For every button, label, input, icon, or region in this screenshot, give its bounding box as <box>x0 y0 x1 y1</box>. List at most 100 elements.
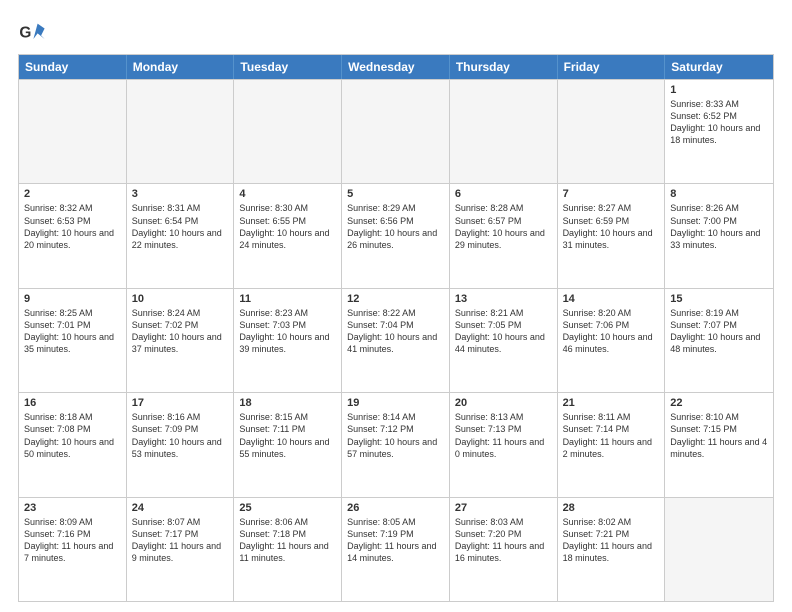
day-number: 25 <box>239 502 336 514</box>
calendar-cell <box>665 498 773 601</box>
calendar-cell: 13 Sunrise: 8:21 AM Sunset: 7:05 PM Dayli… <box>450 289 558 392</box>
calendar-cell: 4 Sunrise: 8:30 AM Sunset: 6:55 PM Daylig… <box>234 184 342 287</box>
calendar-cell <box>19 80 127 183</box>
calendar-cell: 2 Sunrise: 8:32 AM Sunset: 6:53 PM Daylig… <box>19 184 127 287</box>
calendar-row: 23 Sunrise: 8:09 AM Sunset: 7:16 PM Dayli… <box>19 497 773 601</box>
calendar-cell: 20 Sunrise: 8:13 AM Sunset: 7:13 PM Dayli… <box>450 393 558 496</box>
day-info: Sunrise: 8:11 AM Sunset: 7:14 PM Dayligh… <box>563 412 652 458</box>
calendar-cell: 8 Sunrise: 8:26 AM Sunset: 7:00 PM Daylig… <box>665 184 773 287</box>
cal-header-day: Tuesday <box>234 55 342 79</box>
calendar-cell: 7 Sunrise: 8:27 AM Sunset: 6:59 PM Daylig… <box>558 184 666 287</box>
calendar-cell: 24 Sunrise: 8:07 AM Sunset: 7:17 PM Dayli… <box>127 498 235 601</box>
day-number: 4 <box>239 188 336 200</box>
calendar-cell: 14 Sunrise: 8:20 AM Sunset: 7:06 PM Dayli… <box>558 289 666 392</box>
calendar-cell: 3 Sunrise: 8:31 AM Sunset: 6:54 PM Daylig… <box>127 184 235 287</box>
day-number: 8 <box>670 188 768 200</box>
day-info: Sunrise: 8:23 AM Sunset: 7:03 PM Dayligh… <box>239 308 329 354</box>
day-number: 2 <box>24 188 121 200</box>
day-number: 5 <box>347 188 444 200</box>
calendar-cell: 27 Sunrise: 8:03 AM Sunset: 7:20 PM Dayli… <box>450 498 558 601</box>
calendar-cell: 6 Sunrise: 8:28 AM Sunset: 6:57 PM Daylig… <box>450 184 558 287</box>
day-number: 26 <box>347 502 444 514</box>
day-info: Sunrise: 8:10 AM Sunset: 7:15 PM Dayligh… <box>670 412 767 458</box>
day-info: Sunrise: 8:20 AM Sunset: 7:06 PM Dayligh… <box>563 308 653 354</box>
day-number: 20 <box>455 397 552 409</box>
day-number: 18 <box>239 397 336 409</box>
calendar-cell <box>342 80 450 183</box>
day-number: 9 <box>24 293 121 305</box>
calendar-cell: 25 Sunrise: 8:06 AM Sunset: 7:18 PM Dayli… <box>234 498 342 601</box>
day-number: 14 <box>563 293 660 305</box>
day-info: Sunrise: 8:18 AM Sunset: 7:08 PM Dayligh… <box>24 412 114 458</box>
day-info: Sunrise: 8:27 AM Sunset: 6:59 PM Dayligh… <box>563 203 653 249</box>
day-number: 7 <box>563 188 660 200</box>
day-number: 12 <box>347 293 444 305</box>
day-info: Sunrise: 8:14 AM Sunset: 7:12 PM Dayligh… <box>347 412 437 458</box>
day-info: Sunrise: 8:13 AM Sunset: 7:13 PM Dayligh… <box>455 412 544 458</box>
calendar-cell: 5Sunrise: 8:29 AM Sunset: 6:56 PM Daylig… <box>342 184 450 287</box>
calendar-cell: 9 Sunrise: 8:25 AM Sunset: 7:01 PM Daylig… <box>19 289 127 392</box>
day-number: 27 <box>455 502 552 514</box>
calendar-cell: 17Sunrise: 8:16 AM Sunset: 7:09 PM Dayli… <box>127 393 235 496</box>
day-info: Sunrise: 8:22 AM Sunset: 7:04 PM Dayligh… <box>347 308 437 354</box>
day-info: Sunrise: 8:03 AM Sunset: 7:20 PM Dayligh… <box>455 517 544 563</box>
calendar-cell: 10 Sunrise: 8:24 AM Sunset: 7:02 PM Dayli… <box>127 289 235 392</box>
calendar-cell: 1 Sunrise: 8:33 AM Sunset: 6:52 PM Daylig… <box>665 80 773 183</box>
calendar-cell <box>234 80 342 183</box>
day-number: 11 <box>239 293 336 305</box>
calendar-cell: 26 Sunrise: 8:05 AM Sunset: 7:19 PM Dayli… <box>342 498 450 601</box>
calendar-cell <box>127 80 235 183</box>
day-info: Sunrise: 8:07 AM Sunset: 7:17 PM Dayligh… <box>132 517 221 563</box>
day-number: 16 <box>24 397 121 409</box>
cal-header-day: Sunday <box>19 55 127 79</box>
day-number: 17 <box>132 397 229 409</box>
day-info: Sunrise: 8:32 AM Sunset: 6:53 PM Dayligh… <box>24 203 114 249</box>
day-number: 28 <box>563 502 660 514</box>
day-info: Sunrise: 8:25 AM Sunset: 7:01 PM Dayligh… <box>24 308 114 354</box>
calendar-row: 9 Sunrise: 8:25 AM Sunset: 7:01 PM Daylig… <box>19 288 773 392</box>
day-number: 1 <box>670 84 768 96</box>
calendar-row: 16 Sunrise: 8:18 AM Sunset: 7:08 PM Dayli… <box>19 392 773 496</box>
day-info: Sunrise: 8:15 AM Sunset: 7:11 PM Dayligh… <box>239 412 329 458</box>
day-info: Sunrise: 8:02 AM Sunset: 7:21 PM Dayligh… <box>563 517 652 563</box>
calendar-cell: 23 Sunrise: 8:09 AM Sunset: 7:16 PM Dayli… <box>19 498 127 601</box>
calendar-cell: 12 Sunrise: 8:22 AM Sunset: 7:04 PM Dayli… <box>342 289 450 392</box>
day-info: Sunrise: 8:24 AM Sunset: 7:02 PM Dayligh… <box>132 308 222 354</box>
calendar-cell: 11 Sunrise: 8:23 AM Sunset: 7:03 PM Dayli… <box>234 289 342 392</box>
day-info: Sunrise: 8:30 AM Sunset: 6:55 PM Dayligh… <box>239 203 329 249</box>
day-info: Sunrise: 8:31 AM Sunset: 6:54 PM Dayligh… <box>132 203 222 249</box>
day-number: 15 <box>670 293 768 305</box>
day-number: 10 <box>132 293 229 305</box>
svg-text:G: G <box>19 25 31 42</box>
calendar-body: 1 Sunrise: 8:33 AM Sunset: 6:52 PM Daylig… <box>19 79 773 601</box>
calendar-cell: 19Sunrise: 8:14 AM Sunset: 7:12 PM Dayli… <box>342 393 450 496</box>
logo-icon: G <box>18 18 46 46</box>
page: G SundayMondayTuesdayWednesdayThursdayFr… <box>0 0 792 612</box>
day-info: Sunrise: 8:05 AM Sunset: 7:19 PM Dayligh… <box>347 517 436 563</box>
header: G <box>18 18 774 46</box>
calendar-cell: 16 Sunrise: 8:18 AM Sunset: 7:08 PM Dayli… <box>19 393 127 496</box>
day-info: Sunrise: 8:06 AM Sunset: 7:18 PM Dayligh… <box>239 517 328 563</box>
day-number: 3 <box>132 188 229 200</box>
day-number: 13 <box>455 293 552 305</box>
day-info: Sunrise: 8:28 AM Sunset: 6:57 PM Dayligh… <box>455 203 545 249</box>
logo: G <box>18 18 48 46</box>
calendar-header: SundayMondayTuesdayWednesdayThursdayFrid… <box>19 55 773 79</box>
day-number: 24 <box>132 502 229 514</box>
cal-header-day: Thursday <box>450 55 558 79</box>
day-info: Sunrise: 8:26 AM Sunset: 7:00 PM Dayligh… <box>670 203 760 249</box>
calendar-row: 1 Sunrise: 8:33 AM Sunset: 6:52 PM Daylig… <box>19 79 773 183</box>
day-number: 23 <box>24 502 121 514</box>
day-info: Sunrise: 8:21 AM Sunset: 7:05 PM Dayligh… <box>455 308 545 354</box>
day-number: 6 <box>455 188 552 200</box>
calendar-cell <box>450 80 558 183</box>
day-info: Sunrise: 8:33 AM Sunset: 6:52 PM Dayligh… <box>670 99 760 145</box>
calendar-cell: 18 Sunrise: 8:15 AM Sunset: 7:11 PM Dayli… <box>234 393 342 496</box>
cal-header-day: Wednesday <box>342 55 450 79</box>
day-info: Sunrise: 8:09 AM Sunset: 7:16 PM Dayligh… <box>24 517 113 563</box>
cal-header-day: Saturday <box>665 55 773 79</box>
day-info: Sunrise: 8:19 AM Sunset: 7:07 PM Dayligh… <box>670 308 760 354</box>
calendar-cell: 22 Sunrise: 8:10 AM Sunset: 7:15 PM Dayli… <box>665 393 773 496</box>
day-number: 22 <box>670 397 768 409</box>
cal-header-day: Friday <box>558 55 666 79</box>
